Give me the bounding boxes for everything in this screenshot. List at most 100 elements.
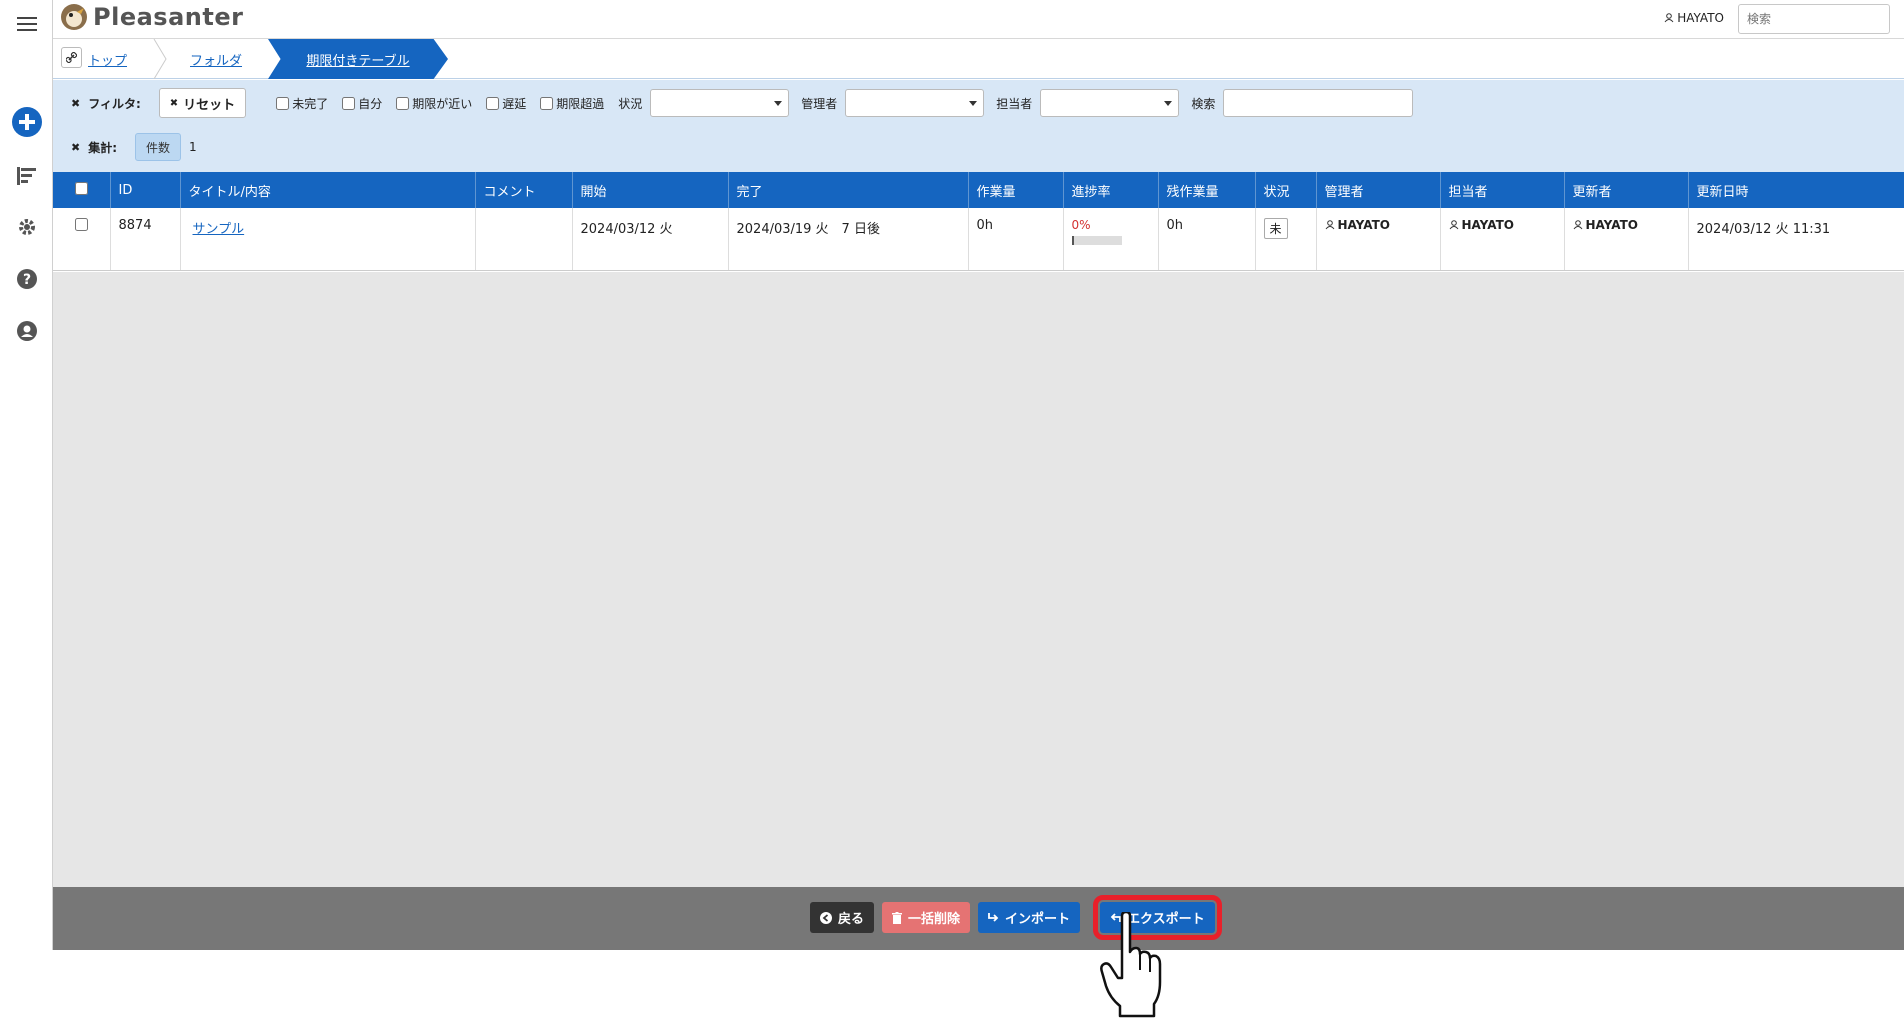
user-icon [1573, 220, 1582, 230]
data-grid: ID タイトル/内容 コメント 開始 完了 作業量 進捗率 残作業量 状況 管理… [53, 172, 1904, 271]
filter-delay-label: 遅延 [502, 96, 527, 111]
aggregation-label: 集計: [88, 140, 118, 155]
user-menu[interactable]: HAYATO [1664, 11, 1724, 25]
manager-filter-select[interactable] [845, 89, 985, 117]
status-badge: 未 [1263, 218, 1288, 239]
breadcrumb-item-folder[interactable]: フォルダ [190, 39, 242, 79]
view-list-icon[interactable] [0, 166, 53, 186]
user-icon [1325, 220, 1334, 230]
filter-incomplete[interactable]: 未完了 [276, 95, 328, 112]
owner-name: HAYATO [1461, 218, 1514, 232]
count-badge-label: 件数 [146, 140, 171, 155]
import-button[interactable]: インポート [978, 902, 1081, 933]
left-rail: ? [0, 0, 53, 950]
column-header[interactable]: 担当者 [1440, 172, 1565, 208]
column-header[interactable]: 進捗率 [1063, 172, 1159, 208]
aggregation-toggle-icon[interactable]: ✖ [71, 141, 80, 154]
content-area [53, 272, 1904, 887]
user-icon [1664, 13, 1674, 23]
back-button[interactable]: 戻る [810, 902, 875, 933]
svg-text:?: ? [22, 272, 30, 288]
footer-bar: 戻る 一括削除 インポート エクスポート [53, 887, 1904, 950]
status-filter-select[interactable] [650, 89, 790, 117]
select-all-checkbox[interactable] [74, 181, 88, 195]
filter-own-checkbox[interactable] [342, 96, 356, 110]
column-header[interactable]: 開始 [572, 172, 729, 208]
breadcrumb-current[interactable]: 期限付きテーブル [268, 39, 448, 79]
chevron-down-icon [774, 101, 783, 106]
owner-filter-select[interactable] [1040, 89, 1180, 117]
column-header[interactable]: コメント [475, 172, 573, 208]
filter-incomplete-checkbox[interactable] [276, 96, 290, 110]
chevron-down-icon [1164, 101, 1173, 106]
search-filter-input[interactable] [1223, 89, 1414, 117]
table-row[interactable]: 8874 サンプル 2024/03/12 火 2024/03/19 火 7 日後… [53, 208, 1904, 271]
updator-name: HAYATO [1585, 218, 1638, 232]
help-icon[interactable]: ? [0, 269, 53, 289]
progress-bar-fill [1071, 236, 1074, 245]
filter-delay[interactable]: 遅延 [486, 95, 526, 112]
user-name: HAYATO [1677, 11, 1724, 25]
column-header[interactable]: 状況 [1255, 172, 1317, 208]
column-header[interactable]: 管理者 [1316, 172, 1441, 208]
column-header[interactable]: タイトル/内容 [180, 172, 476, 208]
progress-rate: 0% [1071, 218, 1091, 232]
reset-button[interactable]: ✖ リセット [158, 88, 247, 118]
back-icon [820, 911, 832, 924]
header: Pleasanter HAYATO [53, 0, 1904, 39]
manager-name: HAYATO [1337, 218, 1390, 232]
complete-cell: 2024/03/19 火 7 日後 [728, 208, 969, 271]
user-account-icon[interactable] [0, 321, 53, 341]
column-header[interactable]: 更新者 [1564, 172, 1689, 208]
chevron-down-icon [969, 101, 978, 106]
column-header[interactable]: 更新日時 [1688, 172, 1904, 208]
filter-toggle-icon[interactable]: ✖ [71, 97, 80, 110]
filter-near-deadline-checkbox[interactable] [396, 96, 410, 110]
column-header[interactable]: 作業量 [968, 172, 1064, 208]
logo-bird-icon [61, 4, 87, 30]
logo[interactable]: Pleasanter [59, 2, 243, 32]
updator-cell: HAYATO [1564, 208, 1689, 271]
column-header[interactable]: 残作業量 [1158, 172, 1256, 208]
filter-near-deadline[interactable]: 期限が近い [396, 95, 472, 112]
filter-panel: ✖ フィルタ: ✖ リセット 未完了 自分 期限が近い 遅延 期限超過 状況 管… [53, 80, 1904, 172]
count-badge[interactable]: 件数 [135, 133, 182, 161]
row-checkbox[interactable] [74, 218, 88, 231]
filter-own[interactable]: 自分 [342, 95, 382, 112]
add-new-icon[interactable] [0, 107, 53, 137]
import-button-label: インポート [1005, 911, 1071, 926]
trash-icon [892, 911, 903, 924]
owner-filter-label: 担当者 [996, 96, 1033, 111]
title-link[interactable]: サンプル [193, 222, 245, 237]
manager-filter-label: 管理者 [801, 96, 838, 111]
link-icon[interactable] [61, 47, 82, 68]
breadcrumb-current-label: 期限付きテーブル [306, 53, 410, 69]
manager-cell: HAYATO [1316, 208, 1441, 271]
select-all-header [53, 172, 111, 208]
start-cell: 2024/03/12 火 [572, 208, 729, 271]
header-search-input[interactable] [1738, 4, 1890, 34]
filter-overdue-checkbox[interactable] [540, 96, 554, 110]
filter-own-label: 自分 [358, 96, 383, 111]
progress-bar [1071, 236, 1122, 245]
search-filter-label: 検索 [1191, 96, 1216, 111]
comment-cell [475, 208, 573, 271]
filter-overdue[interactable]: 期限超過 [540, 95, 604, 112]
close-icon: ✖ [169, 97, 179, 109]
filter-delay-checkbox[interactable] [486, 96, 500, 110]
status-cell: 未 [1255, 208, 1317, 271]
id-cell: 8874 [110, 208, 181, 271]
progress-cell: 0% [1063, 208, 1159, 271]
hamburger-menu-icon[interactable] [0, 16, 53, 32]
status-filter-label: 状況 [618, 96, 643, 111]
breadcrumb-separator [153, 39, 167, 79]
bulk-delete-button-label: 一括削除 [908, 911, 961, 926]
filter-row: ✖ フィルタ: ✖ リセット 未完了 自分 期限が近い 遅延 期限超過 状況 管… [71, 88, 1414, 118]
bulk-delete-button[interactable]: 一括削除 [882, 902, 971, 933]
column-header[interactable]: ID [110, 172, 181, 208]
count-value: 1 [189, 140, 197, 154]
title-cell: サンプル [180, 208, 476, 271]
breadcrumb-item-top[interactable]: トップ [88, 39, 127, 79]
column-header[interactable]: 完了 [728, 172, 969, 208]
gear-icon[interactable] [0, 217, 53, 237]
